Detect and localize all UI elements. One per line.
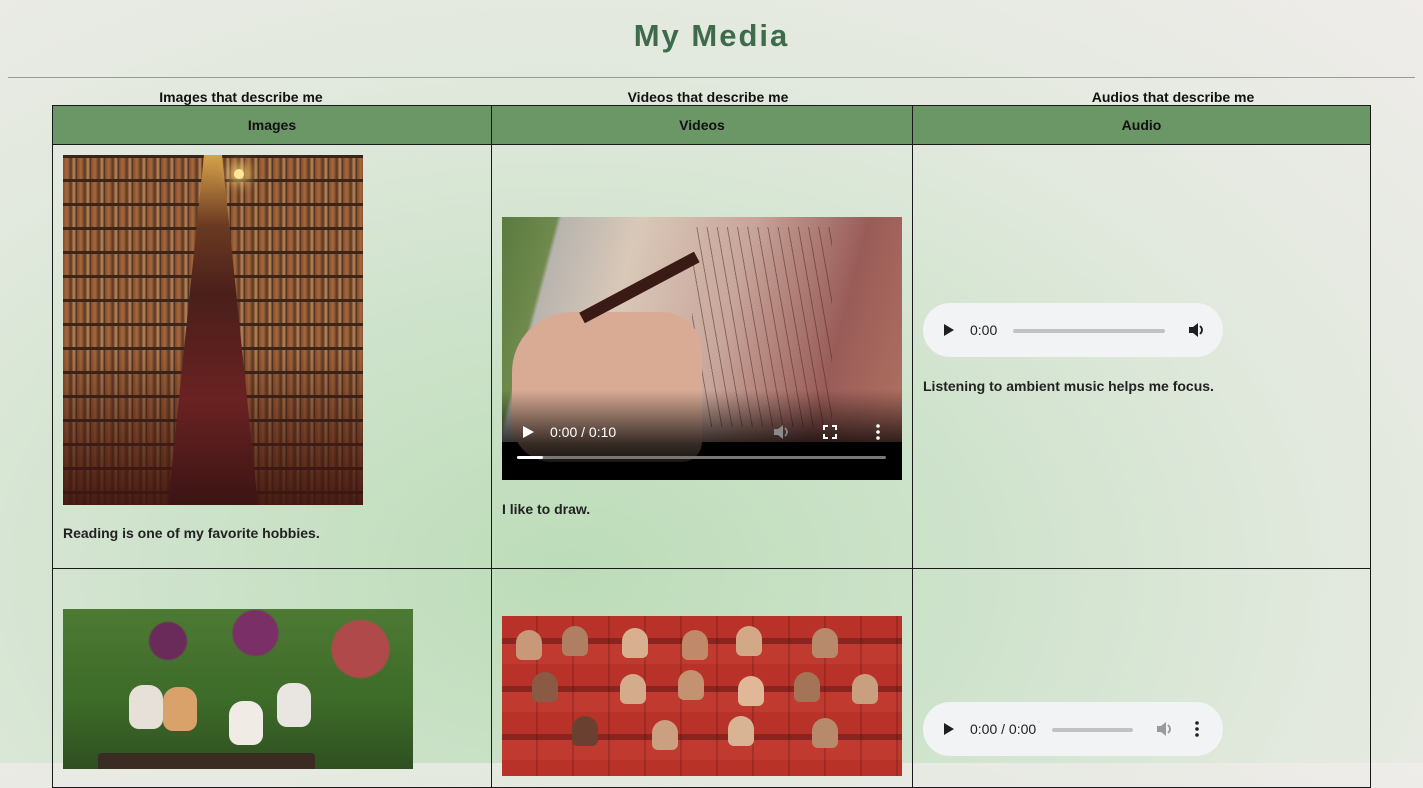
row2-audio-cell: 0:00 / 0:00 [912, 568, 1371, 788]
row2-images-cell [52, 568, 492, 788]
audio-description: Listening to ambient music helps me focu… [923, 378, 1214, 394]
drawing-video[interactable]: 0:00 / 0:10 [502, 217, 902, 480]
header-images: Images [52, 105, 492, 145]
row1-videos-cell: 0:00 / 0:10 I like to draw. [491, 145, 913, 569]
video-time: 0:00 / 0:10 [550, 424, 617, 440]
more-options-icon[interactable] [875, 424, 881, 440]
page-title: My Media [633, 18, 790, 53]
theater-video[interactable] [502, 616, 902, 776]
caption-audios: Audios that describe me [1091, 89, 1255, 105]
row1-audio-cell: 0:00 Listening to ambient music helps me… [912, 145, 1371, 569]
header-audio: Audio [912, 105, 1371, 145]
video-progress-track[interactable] [517, 456, 886, 459]
volume-disabled-icon [1157, 722, 1171, 736]
audio-player-2[interactable]: 0:00 / 0:00 [923, 702, 1223, 756]
audio-time: 0:00 [970, 322, 998, 338]
audio-progress-track[interactable] [1013, 329, 1165, 333]
header-videos: Videos [491, 105, 913, 145]
play-icon[interactable] [521, 425, 535, 439]
play-icon[interactable] [943, 323, 955, 337]
more-options-icon[interactable] [1194, 721, 1200, 737]
fullscreen-icon[interactable] [823, 425, 837, 439]
caption-videos: Videos that describe me [627, 89, 789, 105]
caption-images: Images that describe me [159, 89, 323, 105]
volume-icon[interactable] [1188, 322, 1206, 338]
audio-player[interactable]: 0:00 [923, 303, 1223, 357]
kittens-image [63, 609, 413, 769]
image-description: Reading is one of my favorite hobbies. [63, 525, 320, 541]
play-icon[interactable] [943, 722, 955, 736]
row2-videos-cell [491, 568, 913, 788]
volume-disabled-icon [774, 425, 788, 439]
audio-progress-track-2[interactable] [1052, 728, 1133, 732]
video-description: I like to draw. [502, 501, 591, 517]
divider [8, 77, 1415, 78]
audio-time-2: 0:00 / 0:00 [970, 721, 1037, 737]
bookstore-image [63, 155, 363, 505]
video-progress-fill [517, 456, 543, 459]
row1-images-cell: Reading is one of my favorite hobbies. [52, 145, 492, 569]
